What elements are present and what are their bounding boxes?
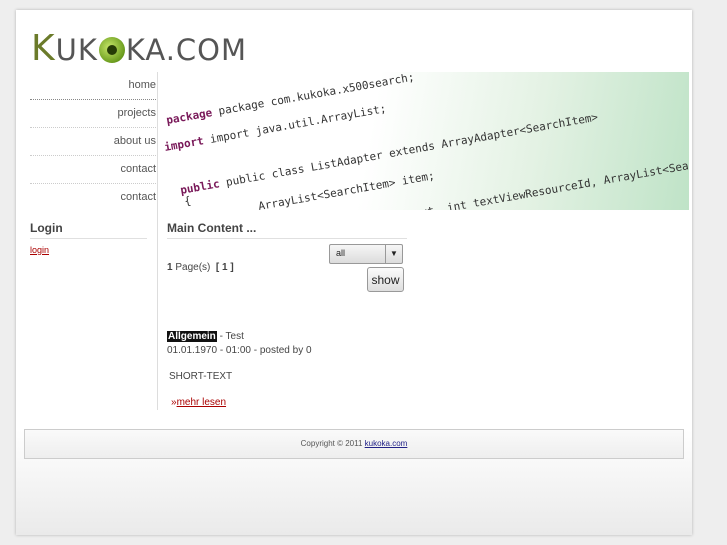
post-item: Allgemein - Test 01.01.1970 - 01:00 - po… [167, 331, 467, 408]
code-line-6: context, int textViewResourceId, ArrayLi… [387, 156, 689, 210]
category-select-value: all [336, 248, 346, 258]
show-button[interactable]: show [367, 267, 404, 292]
logo-text-part2: K [125, 33, 146, 67]
logo-letter-k: K [31, 28, 56, 69]
page-footer: Copyright © 2011 kukoka.com [24, 429, 684, 459]
post-meta: 01.01.1970 - 01:00 - posted by 0 [167, 345, 312, 356]
login-title: Login [30, 221, 147, 239]
nav-item-projects[interactable]: projects [30, 100, 160, 128]
post-read-more: »mehr lesen [171, 397, 467, 408]
logo-eye-icon [98, 37, 125, 63]
read-more-link[interactable]: mehr lesen [177, 397, 226, 408]
chevron-down-icon: ▼ [385, 245, 402, 263]
nav-item-contact[interactable]: contact [30, 156, 160, 184]
login-link[interactable]: login [30, 245, 49, 255]
column-divider [157, 72, 158, 410]
post-title: - Test [219, 331, 244, 342]
nav-item-about-us[interactable]: about us [30, 128, 160, 156]
nav-item-home[interactable]: home [30, 72, 160, 100]
logo-text-part1: UK [55, 33, 98, 67]
post-header: Allgemein - Test [167, 331, 467, 342]
pager-current[interactable]: [ 1 ] [216, 262, 234, 273]
post-body: SHORT-TEXT [169, 371, 233, 382]
header-banner: package package com.kukoka.x500search; i… [159, 72, 689, 210]
site-logo[interactable]: KUK KA.COM [31, 28, 248, 69]
code-banner-image: package package com.kukoka.x500search; i… [163, 72, 689, 210]
pager-count: 1 [167, 262, 173, 273]
page-container: KUK KA.COM home projects about us contact… [16, 10, 692, 535]
logo-text-part3: A.COM [145, 33, 248, 67]
nav-item-contact-2[interactable]: contact [30, 184, 160, 211]
post-category-badge[interactable]: Allgemein [167, 331, 217, 342]
footer-site-link[interactable]: kukoka.com [365, 439, 408, 448]
code-line-4: { [183, 194, 192, 208]
main-content: Main Content ... 1 Page(s) [ 1 ] all ▼ s… [167, 221, 467, 408]
main-content-title: Main Content ... [167, 221, 407, 239]
main-navigation: home projects about us contact contact [30, 72, 160, 211]
category-select[interactable]: all ▼ [329, 244, 403, 264]
pager: 1 Page(s) [ 1 ] [167, 262, 234, 273]
login-box: Login login [30, 221, 147, 258]
footer-copyright: Copyright © 2011 [300, 439, 363, 448]
pager-label: Page(s) [175, 262, 211, 273]
